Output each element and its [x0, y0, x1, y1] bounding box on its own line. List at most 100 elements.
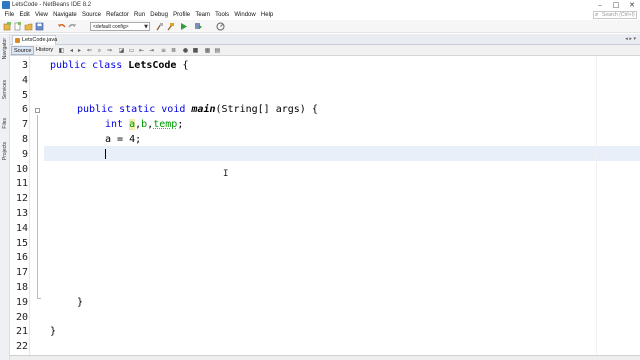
redo-icon[interactable]: [68, 22, 77, 31]
find-selection-icon[interactable]: ⌕: [96, 47, 103, 54]
fold-end-marker: [37, 298, 41, 299]
line-number: 14: [15, 222, 28, 234]
stop-macro-icon[interactable]: ■: [192, 47, 199, 54]
menu-help[interactable]: Help: [258, 10, 276, 20]
side-tab-services[interactable]: Services: [0, 80, 10, 112]
editor-toolbar: Source History ◧ ◂ ▸ ⇐ ⌕ ⇒ ◪ ▭ ⇤ ⇥ ≡ ≣ ●…: [10, 45, 640, 56]
forward-icon[interactable]: ▸: [76, 47, 83, 54]
debug-icon[interactable]: [194, 22, 203, 31]
line-number: 21: [15, 326, 28, 338]
find-previous-icon[interactable]: ⇐: [86, 47, 93, 54]
keyword: public class: [50, 60, 123, 71]
new-file-icon[interactable]: [13, 22, 22, 31]
shift-right-icon[interactable]: ⇥: [148, 47, 155, 54]
menu-debug[interactable]: Debug: [148, 10, 171, 20]
line-number: 16: [15, 252, 28, 264]
menu-list: File Edit View Navigate Source Refactor …: [2, 10, 276, 20]
main-toolbar: <default config> ▼: [0, 20, 640, 33]
line-number: 6: [21, 104, 28, 116]
code-text: a = 4;: [105, 134, 142, 145]
current-line-highlight: [44, 146, 640, 161]
line-number: 20: [15, 311, 28, 323]
code-line-7: int a,b,temp;: [105, 118, 183, 133]
editor-tab-bar: LetsCode.java ◂ ▸ ▾: [10, 34, 640, 45]
menu-navigate[interactable]: Navigate: [50, 10, 79, 20]
line-number: 17: [15, 267, 28, 279]
maximize-button[interactable]: □: [608, 0, 624, 10]
menu-view[interactable]: View: [32, 10, 50, 20]
side-tab-services-label: Services: [2, 80, 8, 100]
window-title: LetsCode - NetBeans IDE 8.2: [12, 2, 92, 8]
history-mode-button[interactable]: History: [34, 46, 55, 55]
toggle-rectangular-selection-icon[interactable]: ▭: [128, 47, 135, 54]
code-line-6: public static void main(String[] args) {: [77, 103, 318, 118]
code-text: }: [77, 296, 84, 308]
line-number: 7: [21, 119, 28, 131]
diff-icon[interactable]: ▦: [204, 47, 211, 54]
menu-window[interactable]: Window: [232, 10, 259, 20]
find-next-icon[interactable]: ⇒: [106, 47, 113, 54]
search-placeholder: Search (Ctrl+I): [602, 12, 635, 18]
netbeans-app-icon: [2, 1, 10, 9]
profile-icon[interactable]: [216, 22, 225, 31]
toggle-highlight-icon[interactable]: ◪: [118, 47, 125, 54]
line-number: 22: [15, 341, 28, 353]
menu-source[interactable]: Source: [79, 10, 103, 20]
clean-build-icon[interactable]: [155, 22, 164, 31]
fold-toggle-icon[interactable]: [35, 108, 40, 113]
menu-bar: File Edit View Navigate Source Refactor …: [0, 10, 640, 20]
side-tab-navigator-label: Navigator: [2, 38, 8, 60]
line-number: 5: [21, 89, 28, 101]
line-number: 8: [21, 134, 28, 145]
line-number: 18: [15, 282, 28, 293]
shift-left-icon[interactable]: ⇤: [138, 47, 145, 54]
side-tab-files[interactable]: Files: [0, 118, 10, 138]
comment-icon[interactable]: ≡: [160, 47, 167, 54]
side-tab-navigator[interactable]: Navigator: [0, 38, 10, 74]
tab-navigation-icon[interactable]: ◂ ▸ ▾: [625, 34, 636, 44]
start-macro-icon[interactable]: ●: [182, 47, 189, 54]
save-all-icon[interactable]: [35, 22, 44, 31]
code-editor[interactable]: public class LetsCode { public static vo…: [44, 56, 640, 360]
open-project-icon[interactable]: [24, 22, 33, 31]
keyword: int: [105, 119, 124, 131]
class-name: LetsCode: [128, 60, 177, 71]
variable-temp: temp: [153, 119, 178, 131]
close-button[interactable]: ✕: [624, 0, 640, 10]
build-icon[interactable]: [166, 22, 175, 31]
source-mode-button[interactable]: Source: [11, 46, 35, 55]
line-number: 3: [21, 60, 28, 71]
last-edit-icon[interactable]: ◧: [58, 47, 65, 54]
menu-refactor[interactable]: Refactor: [104, 10, 132, 20]
menu-profile[interactable]: Profile: [171, 10, 193, 20]
search-input[interactable]: ⌕ Search (Ctrl+I): [593, 11, 637, 19]
line-number: 19: [15, 296, 28, 308]
code-text: (String[] args) {: [215, 104, 318, 116]
undo-icon[interactable]: [57, 22, 66, 31]
new-project-icon[interactable]: [3, 22, 12, 31]
fold-column: [30, 56, 44, 360]
run-icon[interactable]: [179, 22, 188, 31]
window-controls: – □ ✕: [592, 0, 640, 10]
side-tab-projects[interactable]: Projects: [0, 142, 10, 174]
back-icon[interactable]: ◂: [68, 47, 75, 54]
search-icon: ⌕: [595, 11, 599, 18]
tab-letscode-java[interactable]: LetsCode.java: [12, 35, 57, 45]
right-margin-line: [596, 56, 597, 360]
chevron-down-icon: ▼: [144, 24, 148, 30]
text-caret: [105, 149, 106, 159]
menu-file[interactable]: File: [2, 10, 17, 20]
menu-team[interactable]: Team: [193, 10, 213, 20]
code-line-8: a = 4;: [105, 133, 141, 148]
java-file-icon: [15, 38, 20, 43]
menu-run[interactable]: Run: [131, 10, 147, 20]
minimize-button[interactable]: –: [592, 0, 608, 10]
menu-edit[interactable]: Edit: [17, 10, 33, 20]
line-number: 12: [15, 193, 28, 205]
menu-tools[interactable]: Tools: [213, 10, 232, 20]
method-name: main: [191, 104, 216, 116]
config-select[interactable]: <default config> ▼: [90, 22, 150, 31]
graph-icon[interactable]: ▤: [214, 47, 221, 54]
uncomment-icon[interactable]: ≣: [170, 47, 177, 54]
config-value: <default config>: [93, 24, 129, 30]
